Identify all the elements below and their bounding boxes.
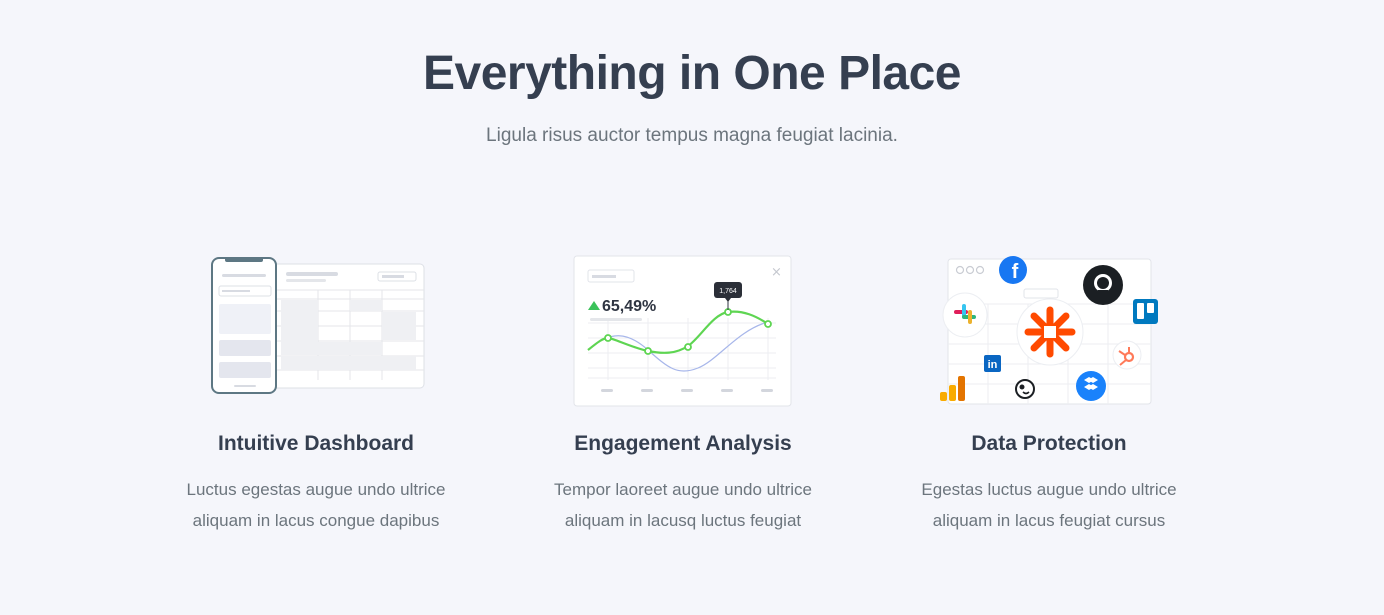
feature-title: Intuitive Dashboard	[217, 432, 415, 455]
trello-icon	[1133, 299, 1158, 324]
feature-title: Data Protection	[971, 432, 1127, 455]
page-subtitle: Ligula risus auctor tempus magna feugiat…	[486, 125, 898, 146]
feature-description: Tempor laoreet augue undo ultrice aliquam…	[554, 480, 812, 530]
integrations-illustration: f in	[884, 248, 1214, 408]
chart-stat: 65,49%	[602, 298, 656, 315]
page-title: Everything in One Place	[422, 47, 962, 100]
feature-data-protection: f in Data Protection Egestas luctus augu…	[884, 248, 1214, 536]
close-icon[interactable]: ×	[771, 265, 782, 280]
mailchimp-icon	[1015, 379, 1035, 399]
engagement-chart-illustration: × 65,49% 1,764	[518, 248, 848, 408]
feature-engagement-analysis: × 65,49% 1,764 Engagement Analysis Tempo…	[518, 248, 848, 536]
facebook-icon: f	[999, 256, 1027, 284]
linkedin-icon: in	[984, 355, 1001, 372]
slack-icon	[942, 292, 988, 338]
svg-text:f: f	[1012, 261, 1019, 283]
zapier-icon	[1016, 298, 1084, 366]
dropbox-icon	[1076, 371, 1106, 401]
feature-intuitive-dashboard: Intuitive Dashboard Luctus egestas augue…	[151, 248, 481, 536]
feature-description: Luctus egestas augue undo ultrice aliquam…	[186, 480, 446, 530]
github-icon	[1083, 265, 1123, 305]
feature-description: Egestas luctus augue undo ultrice aliquam…	[921, 480, 1177, 530]
svg-text:in: in	[988, 359, 998, 371]
chart-tooltip: 1,764	[719, 288, 737, 295]
dashboard-illustration	[151, 248, 481, 408]
feature-title: Engagement Analysis	[574, 432, 792, 455]
hubspot-icon	[1112, 340, 1142, 370]
